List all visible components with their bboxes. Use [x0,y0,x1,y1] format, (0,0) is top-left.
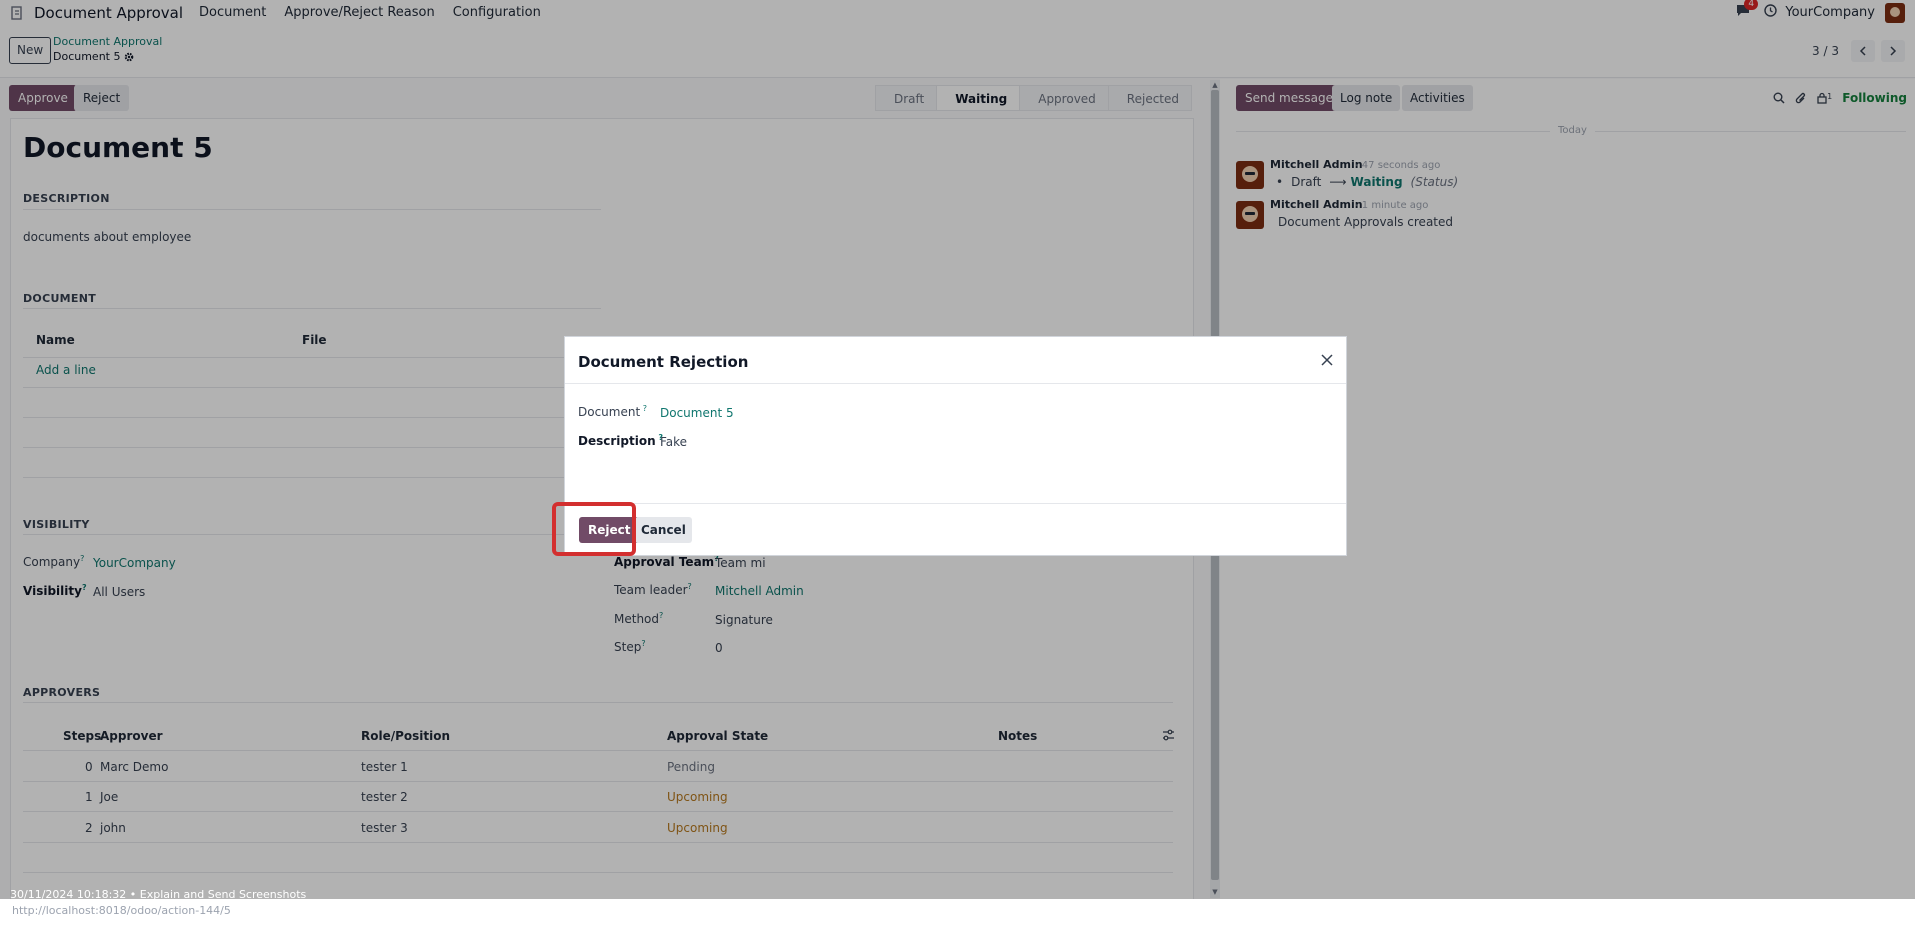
dialog-header-divider [565,383,1346,384]
dialog-document-label: Document ? [578,404,647,419]
recording-caption: 30/11/2024 10:18:32 • Explain and Send S… [10,888,307,899]
dialog-footer-divider [565,503,1346,504]
dialog-title: Document Rejection [578,353,749,371]
dialog-description-label: Description ? [578,433,663,448]
dialog-description-field[interactable]: Fake [660,435,687,449]
dialog-document-label-text: Document [578,405,641,419]
status-url-bar: http://localhost:8018/odoo/action-144/5 [0,899,1915,928]
close-icon[interactable] [1318,351,1336,369]
dialog-cancel-button[interactable]: Cancel [635,517,692,543]
app-window: Document Approval Document Approve/Rejec… [0,0,1915,899]
dialog-document-value[interactable]: Document 5 [660,406,734,420]
dialog-description-label-text: Description [578,434,656,448]
help-icon[interactable]: ? [640,404,647,413]
status-url: http://localhost:8018/odoo/action-144/5 [12,904,231,917]
annotation-highlight-box [552,502,636,556]
document-rejection-dialog: Document Rejection Document ? Document 5… [564,336,1347,556]
